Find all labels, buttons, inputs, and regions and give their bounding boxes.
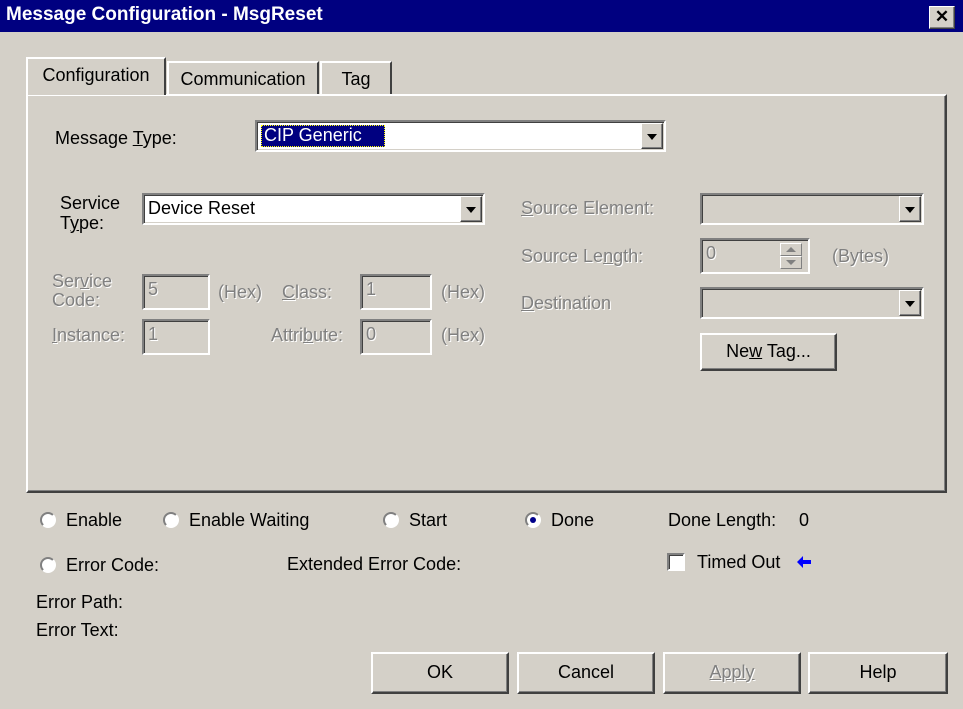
source-element-label: Source Element: — [521, 198, 655, 218]
timed-out-label: Timed Out — [697, 552, 781, 572]
done-radio — [525, 512, 541, 528]
spin-up-icon — [780, 243, 802, 256]
chevron-down-icon[interactable] — [899, 196, 921, 222]
chevron-down-icon[interactable] — [641, 123, 663, 149]
start-radio — [383, 512, 399, 528]
done-label: Done — [551, 510, 595, 530]
tab-communication-label: Communication — [180, 69, 306, 89]
message-type-select[interactable]: CIP Generic — [255, 120, 666, 152]
spin-down-icon — [780, 256, 802, 269]
class-label: Class: — [282, 282, 333, 302]
done-radio-dot — [530, 517, 536, 523]
destination-label: Destination — [521, 293, 612, 313]
error-code-radio — [40, 557, 56, 573]
timed-out-checkbox — [667, 553, 685, 571]
new-tag-button[interactable]: New Tag... — [700, 333, 837, 371]
attribute-hex-unit: (Hex) — [441, 325, 485, 345]
arrow-left-icon — [797, 556, 811, 568]
close-button[interactable]: ✕ — [929, 6, 955, 29]
done-length-label: Done Length: — [668, 510, 777, 530]
service-type-select[interactable]: Device Reset — [142, 193, 485, 225]
tab-tag-label: Tag — [341, 69, 371, 89]
class-value: 1 — [366, 279, 377, 299]
service-type-value: Device Reset — [148, 198, 256, 218]
start-label: Start — [409, 510, 448, 530]
source-length-value: 0 — [706, 243, 717, 263]
source-element-select[interactable] — [700, 193, 924, 225]
done-length-value: 0 — [799, 510, 810, 530]
enable-radio — [40, 512, 56, 528]
tab-communication[interactable]: Communication — [167, 61, 319, 95]
message-type-label: Message Type: — [55, 128, 177, 148]
tab-configuration-label: Configuration — [42, 65, 150, 85]
attribute-value: 0 — [366, 324, 377, 344]
extended-error-code-label: Extended Error Code: — [287, 554, 462, 574]
enable-label: Enable — [66, 510, 123, 530]
title-bar: Message Configuration - MsgReset ✕ — [0, 0, 963, 32]
service-code-field: 5 — [142, 274, 210, 310]
destination-select[interactable] — [700, 287, 924, 319]
service-code-label-line2: Code: — [52, 290, 101, 310]
instance-field: 1 — [142, 319, 210, 355]
error-path-label: Error Path: — [36, 592, 124, 612]
attribute-label: Attribute: — [271, 325, 344, 345]
message-type-value: CIP Generic — [264, 125, 362, 145]
instance-value: 1 — [148, 324, 159, 344]
attribute-field: 0 — [360, 319, 432, 355]
service-type-label-line2: Type: — [60, 213, 105, 233]
apply-button[interactable]: Apply — [663, 652, 801, 694]
class-field: 1 — [360, 274, 432, 310]
source-length-label: Source Length: — [521, 246, 644, 266]
service-type-label-line1: Service — [60, 193, 121, 213]
enable-waiting-label: Enable Waiting — [189, 510, 310, 530]
service-code-hex-unit: (Hex) — [218, 282, 262, 302]
window-title: Message Configuration - MsgReset — [6, 4, 323, 25]
ok-button[interactable]: OK — [371, 652, 509, 694]
error-code-label: Error Code: — [66, 555, 160, 575]
chevron-down-icon[interactable] — [899, 290, 921, 316]
cancel-button[interactable]: Cancel — [517, 652, 655, 694]
instance-label: Instance: — [52, 325, 126, 345]
chevron-down-icon[interactable] — [460, 196, 482, 222]
error-text-label: Error Text: — [36, 620, 119, 640]
tab-configuration[interactable]: Configuration — [26, 57, 166, 95]
class-hex-unit: (Hex) — [441, 282, 485, 302]
help-button[interactable]: Help — [808, 652, 948, 694]
close-icon: ✕ — [934, 7, 950, 26]
source-length-field: 0 — [700, 238, 810, 274]
enable-waiting-radio — [163, 512, 179, 528]
bytes-unit: (Bytes) — [832, 246, 890, 266]
tab-tag[interactable]: Tag — [320, 61, 392, 95]
service-code-value: 5 — [148, 279, 159, 299]
